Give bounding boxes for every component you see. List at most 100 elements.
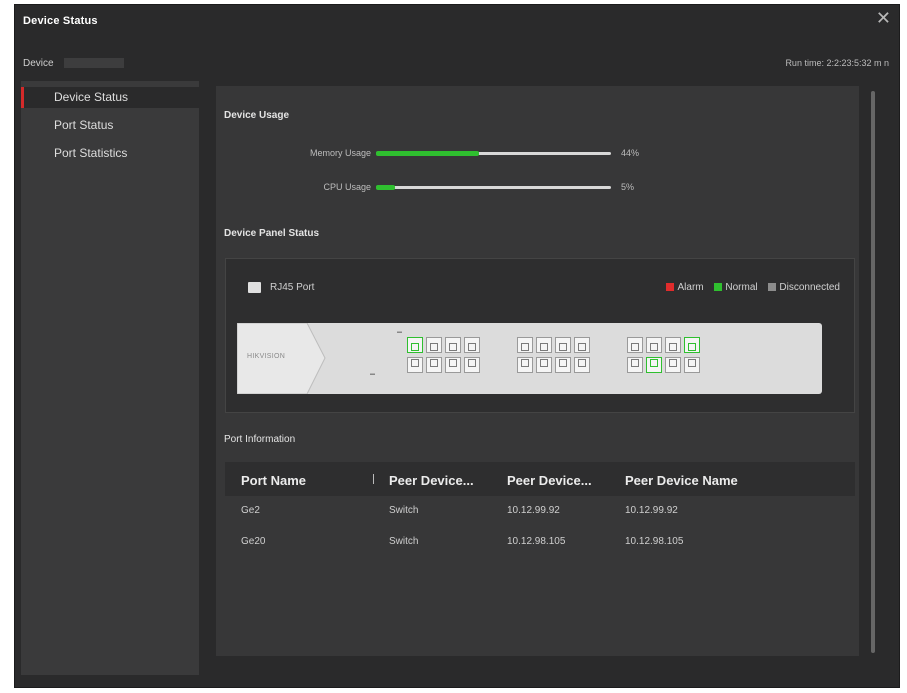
cell-port-name: Ge20 <box>241 536 266 547</box>
legend-alarm: Alarm <box>677 282 704 293</box>
port-jack-icon <box>559 343 567 351</box>
sidebar-item-device-status[interactable]: Device Status <box>21 87 199 108</box>
device-row: Device <box>23 58 125 69</box>
switch-port[interactable] <box>536 337 552 353</box>
memory-usage-label: Memory Usage <box>309 148 371 158</box>
alarm-dot-icon <box>666 283 675 292</box>
panel-sys-label: ▬ <box>370 371 375 377</box>
port-jack-icon <box>559 359 567 367</box>
switch-port[interactable] <box>555 337 571 353</box>
switch-port[interactable] <box>684 337 700 353</box>
switch-port[interactable] <box>646 357 662 373</box>
panel-led-label: ▬ <box>397 329 402 335</box>
cpu-usage-fill <box>376 185 395 190</box>
port-information-title: Port Information <box>224 434 296 445</box>
table-header: Port Name Peer Device... Peer Device... … <box>225 462 855 496</box>
cpu-usage-label: CPU Usage <box>323 182 371 192</box>
switch-port[interactable] <box>517 357 533 373</box>
cell-peer-name: 10.12.98.105 <box>625 536 684 547</box>
disconnected-dot-icon <box>768 283 777 292</box>
port-jack-icon <box>669 343 677 351</box>
switch-port[interactable] <box>555 357 571 373</box>
status-legend: Alarm Normal Disconnected <box>658 282 840 293</box>
run-time: Run time: 2:2:23:5:32 m n <box>785 58 889 68</box>
switch-port[interactable] <box>536 357 552 373</box>
cpu-usage-bar <box>376 185 611 190</box>
col-peer-device-name[interactable]: Peer Device Name <box>625 473 738 488</box>
port-jack-icon <box>411 343 419 351</box>
switch-port[interactable] <box>574 337 590 353</box>
port-jack-icon <box>449 359 457 367</box>
column-resize-handle[interactable] <box>373 474 374 484</box>
port-jack-icon <box>631 359 639 367</box>
rj45-legend: RJ45 Port <box>248 282 314 293</box>
switch-port[interactable] <box>445 337 461 353</box>
switch-port[interactable] <box>574 357 590 373</box>
port-jack-icon <box>688 343 696 351</box>
port-jack-icon <box>411 359 419 367</box>
col-peer-device-ip[interactable]: Peer Device... <box>507 473 592 488</box>
switch-port[interactable] <box>445 357 461 373</box>
memory-usage-bar <box>376 151 611 156</box>
switch-port[interactable] <box>646 337 662 353</box>
device-status-dialog: Device Status ✕ Device Run time: 2:2:23:… <box>14 4 900 688</box>
port-jack-icon <box>540 359 548 367</box>
switch-port[interactable] <box>426 357 442 373</box>
device-panel-status-title: Device Panel Status <box>224 228 320 239</box>
brand-logo-text: HIKVISION <box>247 353 286 360</box>
device-label: Device <box>23 58 54 69</box>
switch-port[interactable] <box>627 357 643 373</box>
switch-port[interactable] <box>407 357 423 373</box>
sidebar-item-port-status[interactable]: Port Status <box>21 115 199 136</box>
cpu-usage-row: CPU Usage 5% <box>216 182 859 194</box>
switch-port[interactable] <box>684 357 700 373</box>
switch-port[interactable] <box>407 337 423 353</box>
switch-front-panel: HIKVISION ▬ ▬ <box>237 323 822 394</box>
port-jack-icon <box>449 343 457 351</box>
rj45-port-label: RJ45 Port <box>270 282 315 294</box>
port-jack-icon <box>430 343 438 351</box>
switch-port[interactable] <box>517 337 533 353</box>
port-jack-icon <box>650 359 658 367</box>
port-jack-icon <box>430 359 438 367</box>
port-jack-icon <box>688 359 696 367</box>
rj45-port-icon <box>248 282 261 293</box>
port-jack-icon <box>650 343 658 351</box>
port-jack-icon <box>521 359 529 367</box>
port-jack-icon <box>578 343 586 351</box>
cell-peer-name: 10.12.99.92 <box>625 505 678 516</box>
port-jack-icon <box>669 359 677 367</box>
table-row[interactable]: Ge20 Switch 10.12.98.105 10.12.98.105 <box>225 527 855 558</box>
switch-port[interactable] <box>665 357 681 373</box>
main-scrollbar[interactable] <box>871 91 875 653</box>
port-jack-icon <box>468 359 476 367</box>
switch-port[interactable] <box>665 337 681 353</box>
cell-peer-ip: 10.12.99.92 <box>507 505 560 516</box>
switch-port[interactable] <box>426 337 442 353</box>
col-port-name[interactable]: Port Name <box>241 473 306 488</box>
switch-port[interactable] <box>464 357 480 373</box>
device-name-redacted <box>64 58 125 69</box>
cell-peer-ip: 10.12.98.105 <box>507 536 566 547</box>
table-row[interactable]: Ge2 Switch 10.12.99.92 10.12.99.92 <box>225 496 855 527</box>
memory-usage-row: Memory Usage 44% <box>216 148 859 160</box>
device-usage-title: Device Usage <box>224 110 290 121</box>
cell-peer-type: Switch <box>389 536 419 547</box>
memory-usage-value: 44% <box>621 148 640 158</box>
switch-port[interactable] <box>464 337 480 353</box>
dialog-title: Device Status <box>23 15 98 27</box>
port-jack-icon <box>578 359 586 367</box>
port-jack-icon <box>540 343 548 351</box>
device-panel: RJ45 Port Alarm Normal Disconnected HIKV… <box>225 258 855 413</box>
port-jack-icon <box>521 343 529 351</box>
close-icon[interactable]: ✕ <box>876 9 891 27</box>
port-info-table: Port Name Peer Device... Peer Device... … <box>225 462 855 558</box>
port-jack-icon <box>468 343 476 351</box>
port-jack-icon <box>631 343 639 351</box>
sidebar-item-port-statistics[interactable]: Port Statistics <box>21 143 199 164</box>
col-peer-device-type[interactable]: Peer Device... <box>389 473 474 488</box>
cell-peer-type: Switch <box>389 505 419 516</box>
normal-dot-icon <box>714 283 723 292</box>
sidebar: Device Status Port Status Port Statistic… <box>21 81 199 675</box>
switch-port[interactable] <box>627 337 643 353</box>
